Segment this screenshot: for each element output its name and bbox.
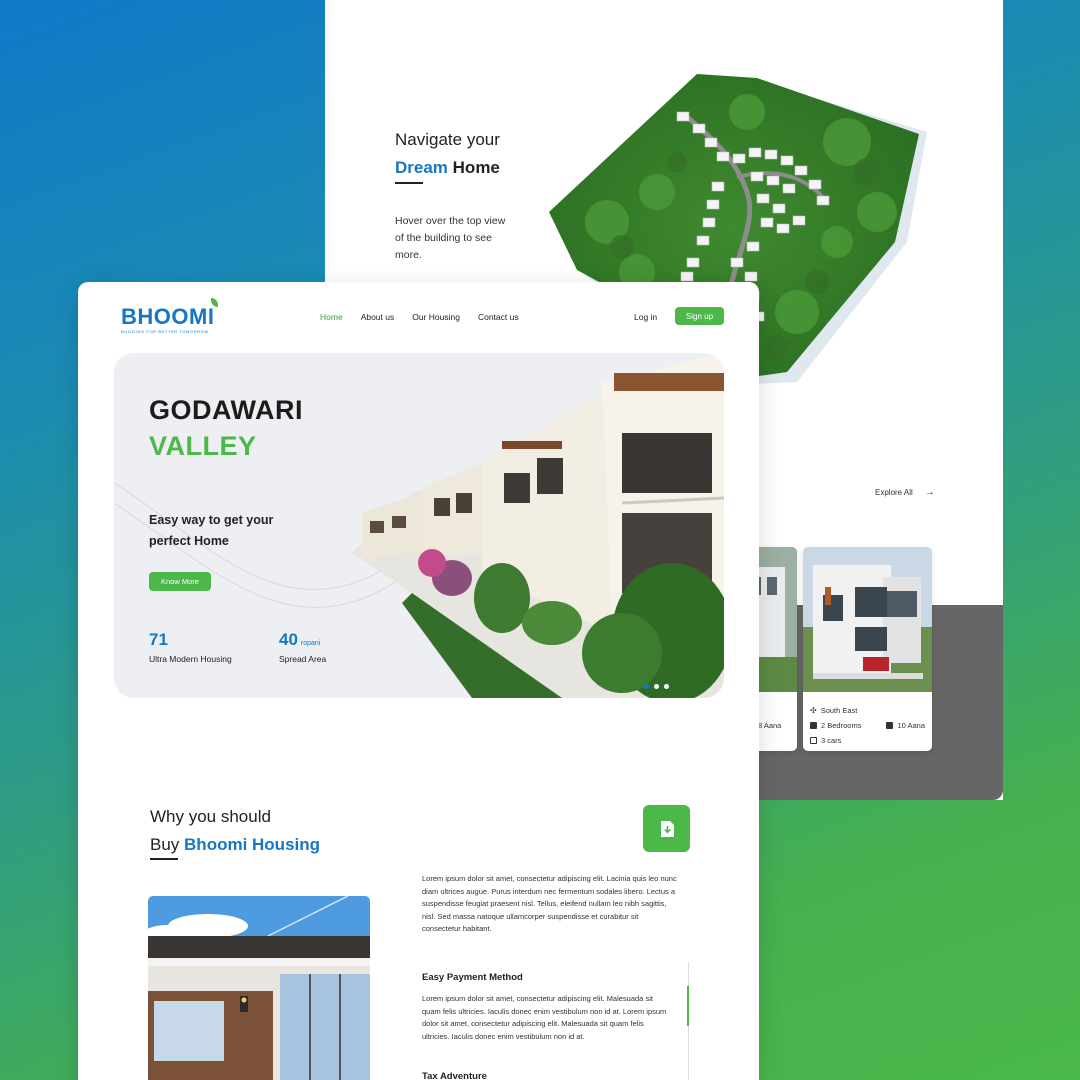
- slider-dot[interactable]: [664, 684, 669, 689]
- area-icon: [886, 722, 894, 729]
- slider-dot[interactable]: [654, 684, 659, 689]
- property-card[interactable]: ✣ South East 2 Bedrooms 10 Aana 3 cars: [803, 547, 932, 751]
- why-heading-line1: Why you should: [150, 807, 271, 826]
- know-more-button[interactable]: Know More: [149, 572, 211, 591]
- logo-name: BHOOMI: [121, 304, 215, 329]
- card-direction: South East: [820, 706, 858, 715]
- logo-wordmark: BHOOMI: [121, 298, 219, 330]
- navigate-heading-line2: Dream Home: [395, 158, 500, 178]
- download-button[interactable]: [643, 805, 690, 852]
- download-file-icon: [660, 820, 674, 837]
- signup-button[interactable]: Sign up: [675, 307, 724, 325]
- navigate-heading-highlight: Dream: [395, 158, 448, 177]
- why-intro-text: Lorem ipsum dolor sit amet, consectetur …: [422, 874, 677, 933]
- explore-all-label: Explore All: [875, 488, 913, 497]
- nav-contact[interactable]: Contact us: [478, 312, 519, 322]
- main-nav: Home About us Our Housing Contact us: [320, 312, 519, 322]
- bed-icon: [810, 722, 817, 729]
- card-parking: 3 cars: [821, 736, 842, 745]
- navigate-heading: Navigate your Dream Home: [395, 130, 500, 184]
- nav-about[interactable]: About us: [361, 312, 395, 322]
- slider-dots: [644, 684, 669, 689]
- hero-title-line1: GODAWARI: [149, 395, 304, 425]
- stat-housing: 71 Ultra Modern Housing: [149, 630, 232, 664]
- nav-home[interactable]: Home: [320, 312, 343, 322]
- why-heading-highlight: Bhoomi Housing: [184, 835, 321, 854]
- heading-underline: [150, 858, 178, 860]
- stat-area: 40 ropani Spread Area: [279, 630, 326, 664]
- logo[interactable]: BHOOMI BUILDING FOR BETTER TOMORROW: [121, 298, 219, 334]
- feature-text: Lorem ipsum dolor sit amet, consectetur …: [422, 994, 667, 1041]
- heading-underline: [395, 182, 423, 184]
- slider-dot[interactable]: [644, 684, 649, 689]
- explore-all-link[interactable]: Explore All →: [875, 487, 935, 498]
- property-photo: [803, 547, 932, 692]
- front-page: BHOOMI BUILDING FOR BETTER TOMORROW Home…: [78, 282, 759, 1080]
- stat-label: Spread Area: [279, 654, 327, 664]
- card-meta: ✣ South East 2 Bedrooms 10 Aana 3 cars: [803, 697, 932, 751]
- stat-value: 71: [149, 630, 168, 649]
- stat-label: Ultra Modern Housing: [149, 654, 232, 664]
- why-heading-prefix: Buy: [150, 835, 180, 854]
- compass-icon: ✣: [810, 706, 817, 715]
- feature-item[interactable]: Easy Payment Method Lorem ipsum dolor si…: [422, 972, 672, 1043]
- hero-banner: GODAWARI VALLEY Easy way to get your per…: [114, 353, 724, 698]
- why-heading: Why you should Buy Bhoomi Housing: [150, 807, 320, 860]
- card-bedrooms: 2 Bedrooms: [821, 721, 862, 730]
- nav-housing[interactable]: Our Housing: [412, 312, 460, 322]
- card-area: 8 Aana: [758, 721, 782, 730]
- navigate-description: Hover over the top view of the building …: [395, 215, 506, 261]
- login-link[interactable]: Log in: [634, 312, 657, 322]
- navigate-heading-rest: Home: [452, 158, 500, 177]
- arrow-right-icon: →: [924, 487, 935, 498]
- feature-title: Easy Payment Method: [422, 972, 523, 983]
- hero-house-image: [352, 353, 724, 698]
- hero-subtitle: Easy way to get your perfect Home: [149, 513, 274, 548]
- card-area: 10 Aana: [897, 721, 925, 730]
- why-house-image: [148, 896, 370, 1080]
- stat-value: 40: [279, 630, 298, 649]
- feature-progress-line: [687, 962, 689, 1080]
- why-heading-line2: Buy Bhoomi Housing: [150, 835, 320, 855]
- navigate-heading-line1: Navigate your: [395, 130, 500, 149]
- feature-title[interactable]: Tax Adventure: [422, 1071, 487, 1080]
- hero-title-line2: VALLEY: [149, 431, 257, 461]
- parking-icon: [810, 737, 817, 744]
- stat-unit: ropani: [300, 640, 321, 647]
